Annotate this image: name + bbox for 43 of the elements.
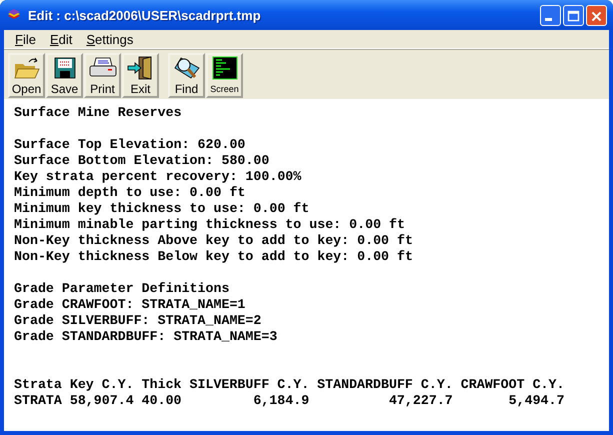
report-line: Grade STANDARDBUFF: STRATA_NAME=3 xyxy=(14,329,278,345)
save-button[interactable]: Save xyxy=(46,53,83,98)
menu-item[interactable]: Settings xyxy=(79,32,140,46)
menu-item[interactable]: File xyxy=(8,32,43,46)
report-line: Grade SILVERBUFF: STRATA_NAME=2 xyxy=(14,313,262,329)
minimize-button[interactable] xyxy=(540,4,561,26)
minimize-icon xyxy=(545,18,552,20)
exit-door-icon xyxy=(126,56,154,80)
magnifier-icon xyxy=(172,56,200,80)
screen-button[interactable]: Screen xyxy=(206,53,243,98)
window-title: Edit : c:\scad2006\USER\scadrprt.tmp xyxy=(28,8,262,22)
open-button[interactable]: Open xyxy=(8,53,45,98)
folder-icon xyxy=(12,56,40,80)
report-line: Grade Parameter Definitions xyxy=(14,281,230,297)
column-header: Thick xyxy=(142,377,182,393)
column-header: Key C.Y. xyxy=(70,377,134,393)
report-line: Surface Mine Reserves xyxy=(14,105,183,121)
table-cell: 40.00 xyxy=(142,393,182,409)
report-line: Key strata percent recovery: 100.00% xyxy=(14,169,302,185)
table-cell-text: 47,227.7 xyxy=(388,393,453,409)
exit-button[interactable]: Exit xyxy=(122,53,159,98)
menu-item[interactable]: Edit xyxy=(42,32,80,46)
column-header: Strata xyxy=(14,377,62,393)
report-line: Minimum depth to use: 0.00 ft xyxy=(14,185,246,201)
table-cell: 58,907.4 xyxy=(70,393,134,409)
column-header: CRAWFOOT C.Y. xyxy=(460,377,564,393)
report-line: Surface Top Elevation: 620.00 xyxy=(14,137,246,153)
print-button[interactable]: Print xyxy=(84,53,121,98)
report-line: Non-Key thickness Above key to add to key: 0.00 ft xyxy=(14,233,414,249)
report-line: Surface Bottom Elevation: 580.00 xyxy=(14,153,270,169)
column-header: STANDARDBUFF C.Y. xyxy=(317,377,453,393)
table-cell-text: 6,184.9 xyxy=(252,393,310,409)
report-line: Non-Key thickness Below key to add to key: 0.00 ft xyxy=(14,249,414,265)
report-line: Grade CRAWFOOT: STRATA_NAME=1 xyxy=(14,297,246,313)
terminal-screen-icon xyxy=(212,56,238,80)
report-line: Minimum key thickness to use: 0.00 ft xyxy=(14,201,310,217)
column-header: SILVERBUFF C.Y. xyxy=(190,377,310,393)
report-line: Minimum minable parting thickness to use: 0.00 ft xyxy=(14,217,406,233)
maximize-button[interactable] xyxy=(563,4,584,26)
find-button[interactable]: Find xyxy=(168,53,205,98)
table-cell-text: 5,494.7 xyxy=(508,393,564,409)
close-button[interactable] xyxy=(586,4,607,26)
table-cell: STRATA xyxy=(14,393,62,409)
